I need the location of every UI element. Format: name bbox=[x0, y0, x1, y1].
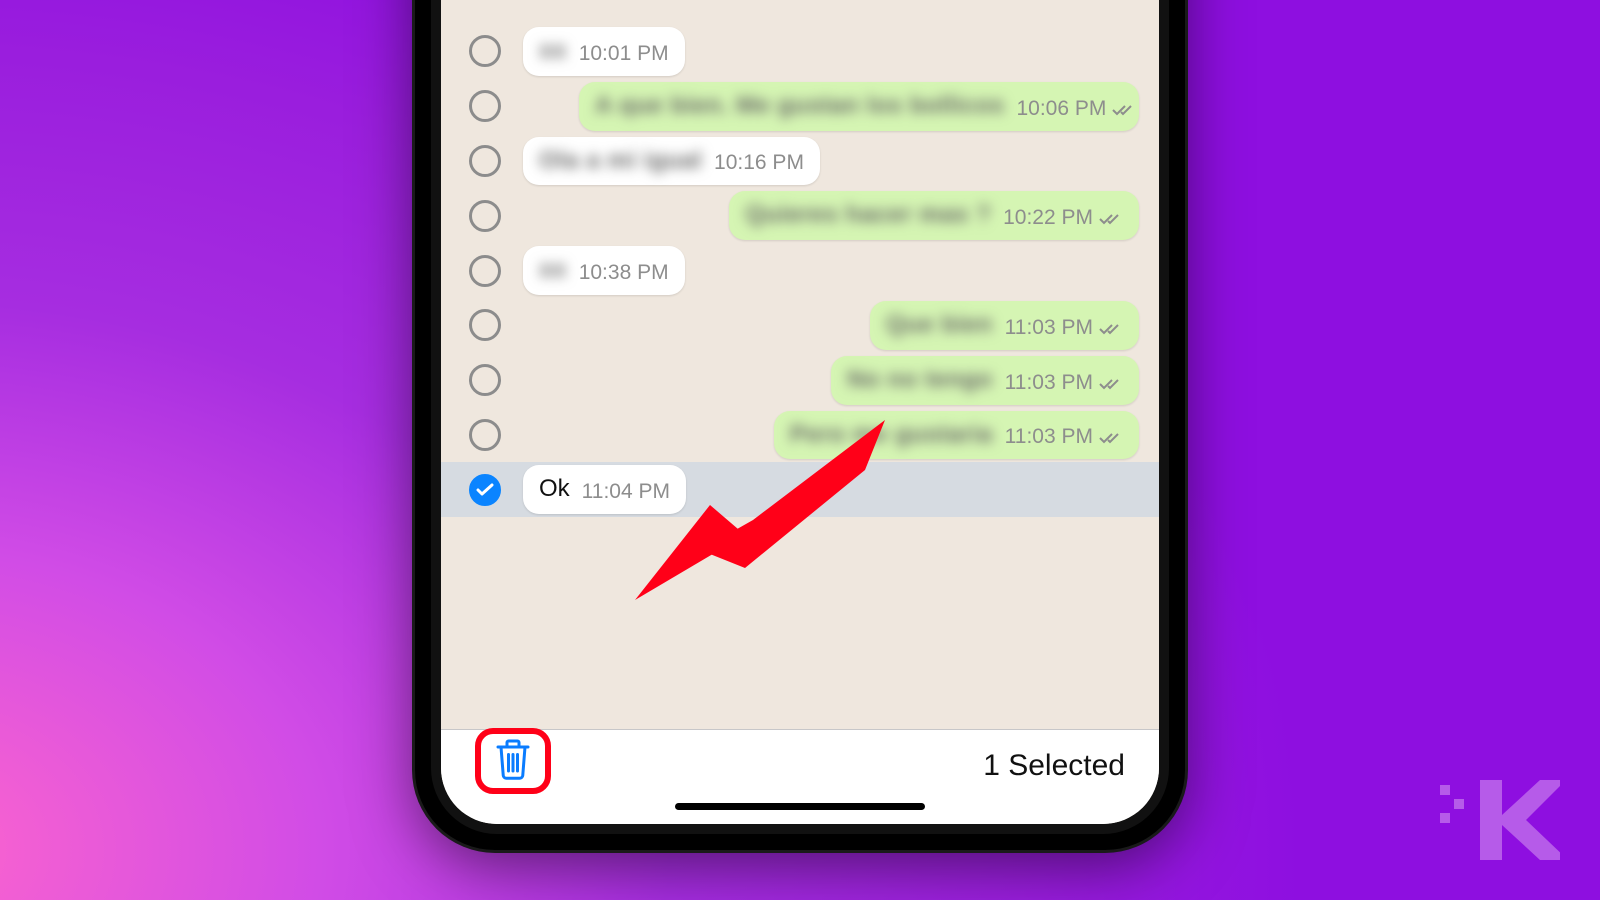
message-bubble-outgoing[interactable]: A que bien. Me gustan los bollicos 10:06… bbox=[579, 82, 1139, 131]
home-indicator[interactable] bbox=[675, 803, 925, 810]
message-bubble-incoming[interactable]: xx 10:01 PM bbox=[523, 27, 685, 76]
message-row-selected[interactable]: Ok 11:04 PM bbox=[441, 462, 1159, 517]
read-receipt-icon bbox=[1099, 371, 1123, 397]
chat-thread[interactable]: xx 10:01 PM A que bien. Me gustan los bo… bbox=[441, 0, 1159, 729]
message-row[interactable]: A que bien. Me gustan los bollicos 10:06… bbox=[441, 79, 1159, 134]
read-receipt-icon bbox=[1112, 97, 1136, 123]
message-text: Pero me gustaria bbox=[790, 421, 993, 450]
message-time: 11:03 PM bbox=[1005, 371, 1093, 395]
select-circle[interactable] bbox=[469, 309, 501, 341]
message-bubble-outgoing[interactable]: Que bien 11:03 PM bbox=[870, 301, 1139, 350]
message-text: Ola a mi igual bbox=[539, 147, 702, 176]
select-circle[interactable] bbox=[469, 419, 501, 451]
message-bubble-outgoing[interactable]: Pero me gustaria 11:03 PM bbox=[774, 411, 1139, 460]
message-text: Que bien bbox=[886, 311, 993, 340]
check-icon bbox=[476, 483, 494, 497]
message-row[interactable]: xx 10:38 PM bbox=[441, 243, 1159, 298]
message-bubble-outgoing[interactable]: No no tengo 11:03 PM bbox=[831, 356, 1139, 405]
selected-count: 1 Selected bbox=[983, 749, 1125, 783]
message-row[interactable]: No no tengo 11:03 PM bbox=[441, 353, 1159, 408]
selection-toolbar: 1 Selected bbox=[441, 729, 1159, 824]
site-logo bbox=[1440, 775, 1560, 870]
read-receipt-icon bbox=[1099, 316, 1123, 342]
message-row[interactable]: Quieres hacer mas ? 10:22 PM bbox=[441, 188, 1159, 243]
message-text: xx bbox=[539, 37, 567, 66]
message-row[interactable]: Pero me gustaria 11:03 PM bbox=[441, 408, 1159, 463]
select-circle[interactable] bbox=[469, 90, 501, 122]
message-time: 10:22 PM bbox=[1003, 206, 1093, 230]
message-time: 10:38 PM bbox=[579, 261, 669, 285]
select-circle[interactable] bbox=[469, 364, 501, 396]
read-receipt-icon bbox=[1099, 425, 1123, 451]
message-row[interactable]: Ola a mi igual 10:16 PM bbox=[441, 134, 1159, 189]
message-bubble-incoming[interactable]: Ola a mi igual 10:16 PM bbox=[523, 137, 820, 186]
message-bubble-incoming[interactable]: xx 10:38 PM bbox=[523, 246, 685, 295]
message-time: 10:01 PM bbox=[579, 42, 669, 66]
message-text: No no tengo bbox=[847, 366, 992, 395]
message-time: 10:06 PM bbox=[1016, 97, 1106, 121]
stage: xx 10:01 PM A que bien. Me gustan los bo… bbox=[0, 0, 1600, 900]
select-circle[interactable] bbox=[469, 200, 501, 232]
phone-screen: xx 10:01 PM A que bien. Me gustan los bo… bbox=[441, 0, 1159, 824]
message-bubble-outgoing[interactable]: Quieres hacer mas ? 10:22 PM bbox=[729, 191, 1139, 240]
select-circle[interactable] bbox=[469, 145, 501, 177]
message-text: Ok bbox=[539, 475, 570, 504]
delete-button[interactable] bbox=[495, 738, 531, 785]
select-circle-checked[interactable] bbox=[469, 474, 501, 506]
message-time: 11:03 PM bbox=[1005, 425, 1093, 449]
message-row[interactable]: Que bien 11:03 PM bbox=[441, 298, 1159, 353]
message-bubble-incoming[interactable]: Ok 11:04 PM bbox=[523, 465, 686, 514]
message-time: 11:04 PM bbox=[582, 480, 670, 504]
message-text: xx bbox=[539, 256, 567, 285]
select-circle[interactable] bbox=[469, 255, 501, 287]
phone-frame: xx 10:01 PM A que bien. Me gustan los bo… bbox=[415, 0, 1185, 850]
select-circle[interactable] bbox=[469, 35, 501, 67]
read-receipt-icon bbox=[1099, 206, 1123, 232]
message-text: A que bien. Me gustan los bollicos bbox=[595, 92, 1004, 121]
delete-button-highlight bbox=[475, 728, 551, 794]
message-time: 10:16 PM bbox=[714, 151, 804, 175]
message-time: 11:03 PM bbox=[1005, 316, 1093, 340]
message-row[interactable]: xx 10:01 PM bbox=[441, 24, 1159, 79]
phone-bezel: xx 10:01 PM A que bien. Me gustan los bo… bbox=[431, 0, 1169, 834]
trash-icon bbox=[495, 738, 531, 780]
message-text: Quieres hacer mas ? bbox=[745, 201, 991, 230]
